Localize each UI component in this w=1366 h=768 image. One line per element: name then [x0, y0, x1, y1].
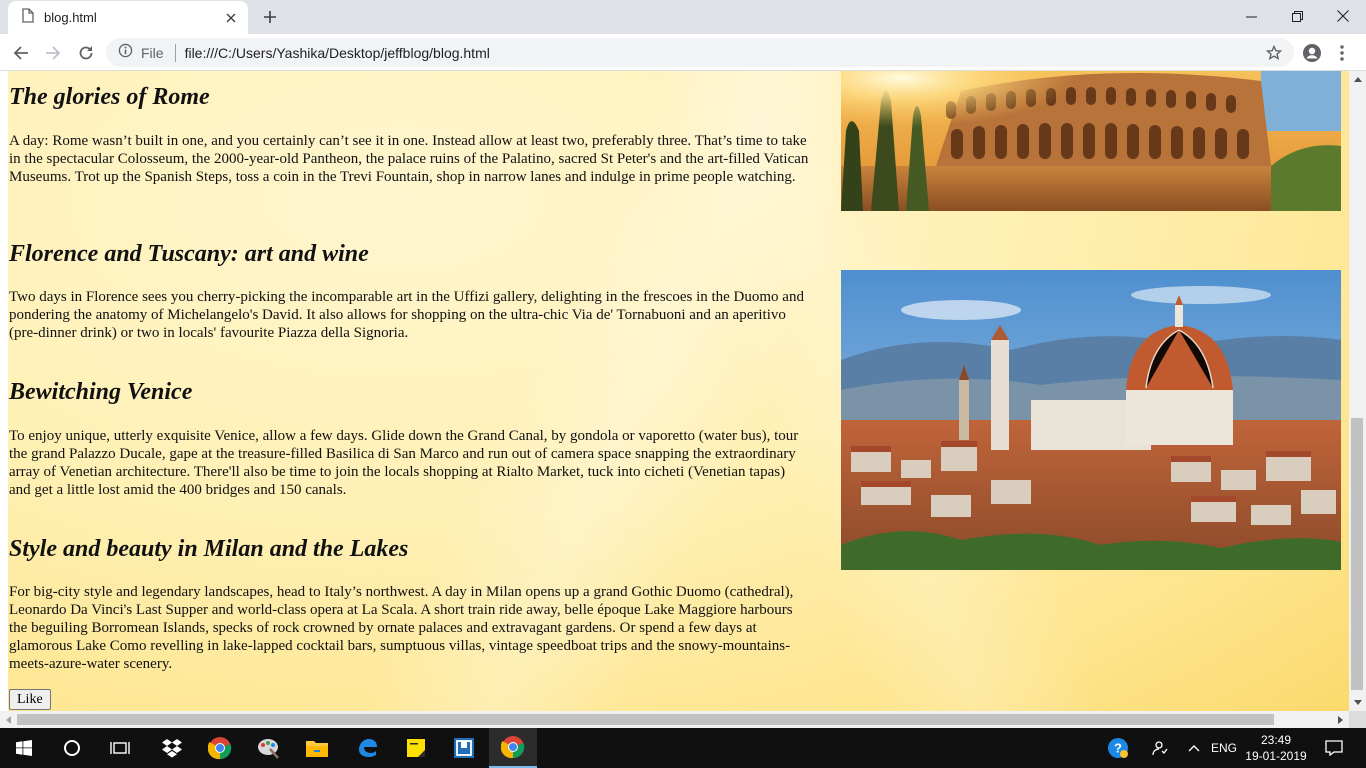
- url-text[interactable]: file:///C:/Users/Yashika/Desktop/jeffblo…: [185, 45, 1262, 61]
- tab-title: blog.html: [44, 10, 97, 25]
- scroll-left-icon[interactable]: [0, 711, 17, 728]
- reload-icon[interactable]: [72, 39, 100, 67]
- omnibox-divider: [174, 43, 176, 62]
- close-window-icon[interactable]: [1320, 0, 1366, 32]
- section-body-milan: For big-city style and legendary landsca…: [9, 584, 794, 672]
- minimize-icon[interactable]: [1228, 0, 1274, 32]
- input-language[interactable]: ENG: [1208, 728, 1240, 768]
- tab-blog[interactable]: blog.html: [8, 1, 248, 34]
- show-hidden-icons-icon[interactable]: [1182, 728, 1206, 768]
- clock-time: 23:49: [1260, 733, 1291, 747]
- task-view-icon[interactable]: [96, 728, 144, 768]
- vertical-scroll-thumb[interactable]: [1351, 418, 1363, 690]
- section-body-venice: To enjoy unique, utterly exquisite Venic…: [9, 428, 799, 498]
- info-icon[interactable]: [118, 43, 133, 63]
- cortana-search-icon[interactable]: [48, 728, 96, 768]
- edge-icon[interactable]: [343, 728, 391, 768]
- forward-icon[interactable]: [39, 39, 67, 67]
- section-heading-venice: Bewitching Venice: [9, 379, 193, 405]
- paint-icon[interactable]: [244, 728, 292, 768]
- section-body-florence: Two days in Florence sees you cherry-pic…: [9, 289, 804, 341]
- people-icon[interactable]: [1146, 728, 1172, 768]
- more-menu-icon[interactable]: [1332, 42, 1352, 64]
- section-heading-milan: Style and beauty in Milan and the Lakes: [9, 536, 409, 562]
- scroll-down-icon[interactable]: [1349, 694, 1366, 711]
- section-heading-florence: Florence and Tuscany: art and wine: [9, 241, 369, 267]
- tab-strip: blog.html: [0, 0, 1366, 34]
- vertical-scrollbar[interactable]: [1349, 71, 1366, 711]
- windows-start-icon[interactable]: [0, 728, 48, 768]
- back-icon[interactable]: [7, 39, 35, 67]
- page-viewport: The glories of Rome A day: Rome wasn’t b…: [0, 71, 1349, 711]
- horizontal-scrollbar[interactable]: [0, 711, 1349, 728]
- sticky-notes-icon[interactable]: [392, 728, 440, 768]
- profile-avatar-icon[interactable]: [1300, 42, 1324, 64]
- file-icon: [22, 7, 34, 28]
- file-explorer-icon[interactable]: [293, 728, 341, 768]
- section-body-rome: A day: Rome wasn’t built in one, and you…: [9, 133, 809, 185]
- close-tab-icon[interactable]: [222, 9, 240, 27]
- window-controls: [1228, 0, 1366, 32]
- clock[interactable]: 23:49 19-01-2019: [1244, 728, 1308, 768]
- address-bar[interactable]: File file:///C:/Users/Yashika/Desktop/je…: [106, 38, 1294, 67]
- restore-icon[interactable]: [1274, 0, 1320, 32]
- app-frame-icon[interactable]: [440, 728, 488, 768]
- clock-date: 19-01-2019: [1245, 749, 1307, 763]
- help-icon[interactable]: ?: [1104, 728, 1132, 768]
- scheme-label: File: [141, 44, 164, 61]
- windows-taskbar: ? ENG 23:49 19-01-2019: [0, 728, 1366, 768]
- scrollbar-corner: [1349, 711, 1366, 728]
- new-tab-button[interactable]: [258, 5, 282, 29]
- page-left-strip: [0, 71, 8, 711]
- scroll-up-icon[interactable]: [1349, 71, 1366, 88]
- like-button[interactable]: Like: [9, 689, 51, 710]
- chrome-icon[interactable]: [196, 728, 244, 768]
- browser-toolbar: File file:///C:/Users/Yashika/Desktop/je…: [0, 34, 1366, 71]
- dropbox-icon[interactable]: [148, 728, 196, 768]
- action-center-icon[interactable]: [1318, 728, 1350, 768]
- section-heading-rome: The glories of Rome: [9, 84, 210, 110]
- scroll-right-icon[interactable]: [1332, 711, 1349, 728]
- horizontal-scroll-thumb[interactable]: [17, 714, 1274, 725]
- bookmark-star-icon[interactable]: [1262, 41, 1286, 65]
- chrome-active-icon[interactable]: [489, 728, 537, 768]
- florence-image: [841, 270, 1341, 570]
- colosseum-image: [841, 71, 1341, 211]
